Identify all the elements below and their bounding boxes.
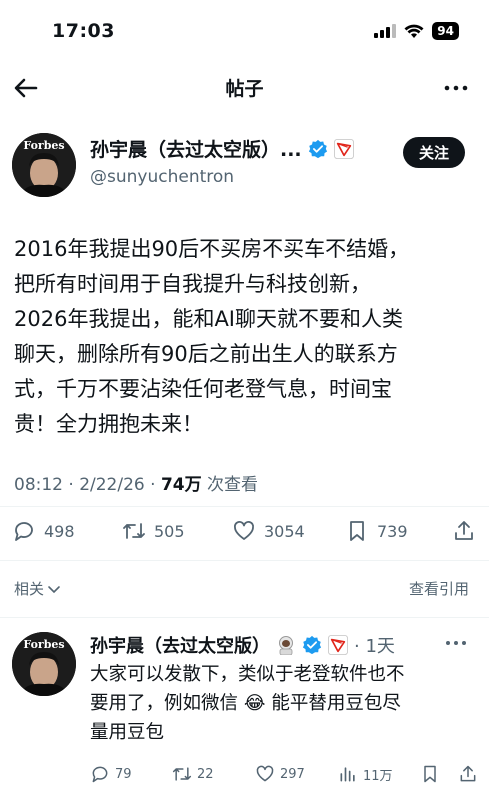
repost-count: 505 [154,521,185,541]
avatar-image: Forbes [12,133,76,197]
follow-button[interactable]: 关注 [402,137,465,168]
post-text-line: 2016年我提出90后不买房不买车不结婚， [14,237,410,261]
reply-icon [92,766,108,783]
view-count-label: 次查看 [201,475,259,495]
chevron-down-icon [48,585,60,593]
reply-more-options-icon[interactable] [445,636,467,650]
divider [0,617,489,618]
verified-badge-icon [308,139,327,158]
reply-repost-button[interactable]: 22 [172,764,214,784]
status-bar: 17:03 94 [0,0,489,60]
avatar[interactable]: Forbes [12,133,76,197]
astronaut-emoji-icon [279,636,293,655]
analytics-icon [340,767,355,782]
reply-reply-count: 79 [115,766,132,782]
author-name-line: 孙宇晨（去过太空版）... [90,135,354,162]
share-icon [455,521,473,540]
repost-button[interactable]: 505 [122,519,185,543]
post-text: 2016年我提出90后不买房不买车不结婚， 把所有时间用于自我提升与科技创新， … [14,232,480,442]
reply-text-line: 要用了，例如微信 😂 能平替用豆包尽 [90,693,401,714]
reply-avatar[interactable]: Forbes [12,632,76,696]
wifi-icon [404,24,424,38]
reply-views-button[interactable]: 11万 [338,764,393,784]
like-count: 3054 [264,521,305,541]
reply-bookmark-button[interactable] [420,764,440,784]
cellular-signal-icon [374,24,397,38]
avatar-logo-text: Forbes [23,638,64,651]
like-button[interactable]: 3054 [232,519,305,543]
status-icons: 94 [374,22,459,40]
repost-icon [123,523,145,539]
related-toggle[interactable]: 相关 [14,578,61,599]
avatar-image: Forbes [12,632,76,696]
heart-icon [256,765,274,782]
bookmark-icon [350,521,364,541]
reply-time: · 1天 [354,636,395,657]
reply-reply-button[interactable]: 79 [90,764,132,784]
reply-icon [15,522,33,541]
post-actions: 498 505 3054 739 [0,515,489,551]
reply-count: 498 [44,521,75,541]
reply-text: 大家可以发散下，类似于老登软件也不 要用了，例如微信 😂 能平替用豆包尽 量用豆… [90,660,480,747]
post-text-line: 贵！全力拥抱未来！ [14,412,203,436]
post-meta: 08:12 · 2/22/26 · 74万 次查看 [14,470,258,495]
related-label: 相关 [14,580,45,598]
divider [0,506,489,507]
view-count: 74万 [160,475,202,495]
post-text-line: 式，千万不要沾染任何老登气息，时间宝 [14,377,392,401]
post-text-line: 聊天，删除所有90后之前出生人的联系方 [14,342,398,366]
post-timestamp: 08:12 · 2/22/26 · [14,475,161,495]
verified-badge-icon [302,635,322,655]
share-button[interactable] [452,519,476,543]
reply-button[interactable]: 498 [12,519,75,543]
reply-repost-count: 22 [197,766,214,782]
view-quotes-link[interactable]: 查看引用 [409,578,469,599]
share-icon [460,765,476,782]
post-text-line: 把所有时间用于自我提升与科技创新， [14,272,371,296]
repost-icon [172,767,192,781]
divider [0,560,489,561]
reply-view-count: 11万 [363,768,393,784]
author-name[interactable]: 孙宇晨（去过太空版）... [90,135,302,162]
avatar-logo-text: Forbes [23,139,64,152]
reply-like-button[interactable]: 297 [255,764,305,784]
post-text-line: 2026年我提出，能和AI聊天就不要和人类 [14,307,404,331]
reply-like-count: 297 [280,766,305,782]
reply-text-line: 量用豆包 [90,722,165,743]
reply-author-line: 孙宇晨（去过太空版） · 1天 [90,632,395,658]
page-title: 帖子 [225,78,264,100]
nav-bar: 帖子 [0,62,489,112]
heart-icon [234,521,254,540]
tron-badge-icon [333,138,354,159]
more-options-icon[interactable] [443,75,469,101]
status-time: 17:03 [52,20,115,42]
reply-author-name[interactable]: 孙宇晨（去过太空版） [90,632,270,658]
reply-text-line: 大家可以发散下，类似于老登软件也不 [90,664,405,685]
post-author: Forbes 孙宇晨（去过太空版）... @sunyuchentron 关注 [0,125,489,205]
bookmark-count: 739 [377,521,408,541]
reply-share-button[interactable] [458,764,478,784]
reply-actions: 79 22 297 11万 [0,764,489,788]
bookmark-button[interactable]: 739 [345,519,408,543]
tron-badge-icon [328,635,348,655]
battery-level: 94 [432,22,459,40]
bookmark-icon [424,765,436,783]
author-handle[interactable]: @sunyuchentron [90,167,234,187]
